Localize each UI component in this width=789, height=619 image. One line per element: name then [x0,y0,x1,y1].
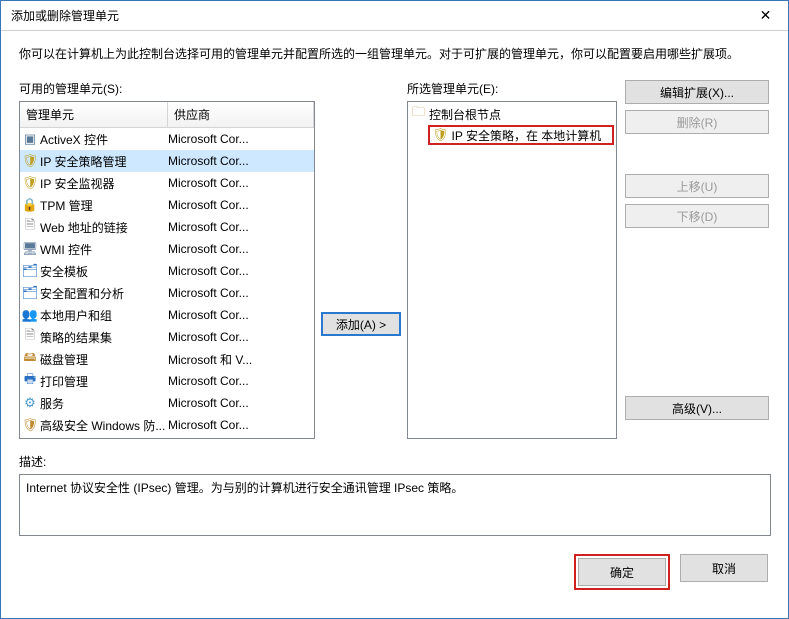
list-item[interactable]: 🛡高级安全 Windows 防...Microsoft Cor... [20,414,314,436]
remove-button[interactable]: 删除(R) [625,110,769,134]
policy-icon: 🛡 [432,127,449,143]
snapin-vendor: Microsoft Cor... [168,242,314,256]
intro-text: 你可以在计算机上为此控制台选择可用的管理单元并配置所选的一组管理单元。对于可扩展… [19,45,770,62]
available-label: 可用的管理单元(S): [19,80,315,97]
middle-column: 添加(A) > [321,80,401,418]
snapin-name: 服务 [40,395,168,412]
snapin-icon: 🛡 [20,175,40,191]
add-button[interactable]: 添加(A) > [321,312,401,336]
spacer [625,234,769,390]
snapin-name: 安全配置和分析 [40,285,168,302]
list-item[interactable]: 🛡IP 安全策略管理Microsoft Cor... [20,150,314,172]
close-icon[interactable]: ✕ [743,1,788,30]
snapin-vendor: Microsoft Cor... [168,330,314,344]
snapin-vendor: Microsoft Cor... [168,418,314,432]
header-name[interactable]: 管理单元 [20,102,168,127]
snapin-vendor: Microsoft 和 V... [168,351,314,368]
list-item[interactable]: 🛡IP 安全监视器Microsoft Cor... [20,172,314,194]
tree-child-label: IP 安全策略，在 本地计算机 [452,127,602,144]
header-vendor[interactable]: 供应商 [168,102,314,127]
edit-extensions-button[interactable]: 编辑扩展(X)... [625,80,769,104]
snapin-vendor: Microsoft Cor... [168,176,314,190]
list-item[interactable]: ⚙服务Microsoft Cor... [20,392,314,414]
snapin-vendor: Microsoft Cor... [168,220,314,234]
snapin-name: Web 地址的链接 [40,219,168,236]
snapin-icon: 🛡 [20,417,40,433]
snapin-name: 高级安全 Windows 防... [40,417,168,434]
snapin-icon: 🗂 [20,263,40,279]
snapin-name: IP 安全监视器 [40,175,168,192]
description-label: 描述: [19,453,770,470]
snapin-icon: 🖴 [20,348,40,370]
snapin-icon: 🗂 [20,285,40,301]
tree-root[interactable]: 🗀 控制台根节点 [410,104,614,124]
list-item[interactable]: ▣ActiveX 控件Microsoft Cor... [20,128,314,150]
snapin-vendor: Microsoft Cor... [168,132,314,146]
list-item[interactable]: 👥本地用户和组Microsoft Cor... [20,304,314,326]
list-item[interactable]: 📁共享文件夹Microsoft Cor... [20,436,314,438]
snapin-icon: 🛡 [20,153,40,169]
available-listbox[interactable]: 管理单元 供应商 ▣ActiveX 控件Microsoft Cor...🛡IP … [19,101,315,439]
tree-root-label: 控制台根节点 [429,106,501,123]
snapin-vendor: Microsoft Cor... [168,264,314,278]
snapin-icon: 🗎 [20,216,40,238]
snapin-name: WMI 控件 [40,241,168,258]
cancel-button[interactable]: 取消 [680,554,768,582]
advanced-button[interactable]: 高级(V)... [625,396,769,420]
snapin-icon: 🖶 [20,370,40,392]
dialog-window: 添加或删除管理单元 ✕ 你可以在计算机上为此控制台选择可用的管理单元并配置所选的… [0,0,789,619]
list-item[interactable]: 🗂安全配置和分析Microsoft Cor... [20,282,314,304]
right-button-column: 编辑扩展(X)... 删除(R) 上移(U) 下移(D) 高级(V)... [625,80,769,420]
list-item[interactable]: 🖥WMI 控件Microsoft Cor... [20,238,314,260]
snapin-icon: ▣ [20,131,40,147]
snapin-icon: ⚙ [20,395,40,411]
snapin-icon: 🔒 [20,197,40,213]
snapin-name: TPM 管理 [40,197,168,214]
spacer [625,140,769,168]
available-header: 管理单元 供应商 [20,102,314,128]
snapin-vendor: Microsoft Cor... [168,308,314,322]
snapin-icon: 🖥 [20,241,40,257]
snapin-icon: 🗎 [20,326,40,348]
selected-column: 所选管理单元(E): 🗀 控制台根节点 🛡 IP 安全策略，在 本地计算机 [407,80,617,439]
available-column: 可用的管理单元(S): 管理单元 供应商 ▣ActiveX 控件Microsof… [19,80,315,439]
snapin-vendor: Microsoft Cor... [168,286,314,300]
ok-button[interactable]: 确定 [578,558,666,586]
snapin-icon: 👥 [20,307,40,323]
snapin-name: 本地用户和组 [40,307,168,324]
panels: 可用的管理单元(S): 管理单元 供应商 ▣ActiveX 控件Microsof… [19,80,770,439]
snapin-name: 安全模板 [40,263,168,280]
description-box: Internet 协议安全性 (IPsec) 管理。为与别的计算机进行安全通讯管… [19,474,771,536]
selected-label: 所选管理单元(E): [407,80,617,97]
snapin-vendor: Microsoft Cor... [168,396,314,410]
ok-highlight-frame: 确定 [574,554,670,590]
list-item[interactable]: 🗎策略的结果集Microsoft Cor... [20,326,314,348]
snapin-vendor: Microsoft Cor... [168,198,314,212]
snapin-name: 策略的结果集 [40,329,168,346]
snapin-name: IP 安全策略管理 [40,153,168,170]
tree-child[interactable]: 🛡 IP 安全策略，在 本地计算机 [428,125,614,145]
available-body[interactable]: ▣ActiveX 控件Microsoft Cor...🛡IP 安全策略管理Mic… [20,128,314,438]
dialog-content: 你可以在计算机上为此控制台选择可用的管理单元并配置所选的一组管理单元。对于可扩展… [1,31,788,618]
window-title: 添加或删除管理单元 [11,7,743,24]
list-item[interactable]: 🗎Web 地址的链接Microsoft Cor... [20,216,314,238]
snapin-vendor: Microsoft Cor... [168,154,314,168]
list-item[interactable]: 🖴磁盘管理Microsoft 和 V... [20,348,314,370]
list-item[interactable]: 🗂安全模板Microsoft Cor... [20,260,314,282]
folder-icon: 🗀 [412,103,425,125]
snapin-name: ActiveX 控件 [40,131,168,148]
snapin-vendor: Microsoft Cor... [168,374,314,388]
list-item[interactable]: 🖶打印管理Microsoft Cor... [20,370,314,392]
move-down-button[interactable]: 下移(D) [625,204,769,228]
snapin-name: 打印管理 [40,373,168,390]
snapin-name: 磁盘管理 [40,351,168,368]
titlebar: 添加或删除管理单元 ✕ [1,1,788,31]
footer: 确定 取消 [19,554,770,590]
description-section: 描述: Internet 协议安全性 (IPsec) 管理。为与别的计算机进行安… [19,453,770,536]
selected-listbox[interactable]: 🗀 控制台根节点 🛡 IP 安全策略，在 本地计算机 [407,101,617,439]
move-up-button[interactable]: 上移(U) [625,174,769,198]
list-item[interactable]: 🔒TPM 管理Microsoft Cor... [20,194,314,216]
